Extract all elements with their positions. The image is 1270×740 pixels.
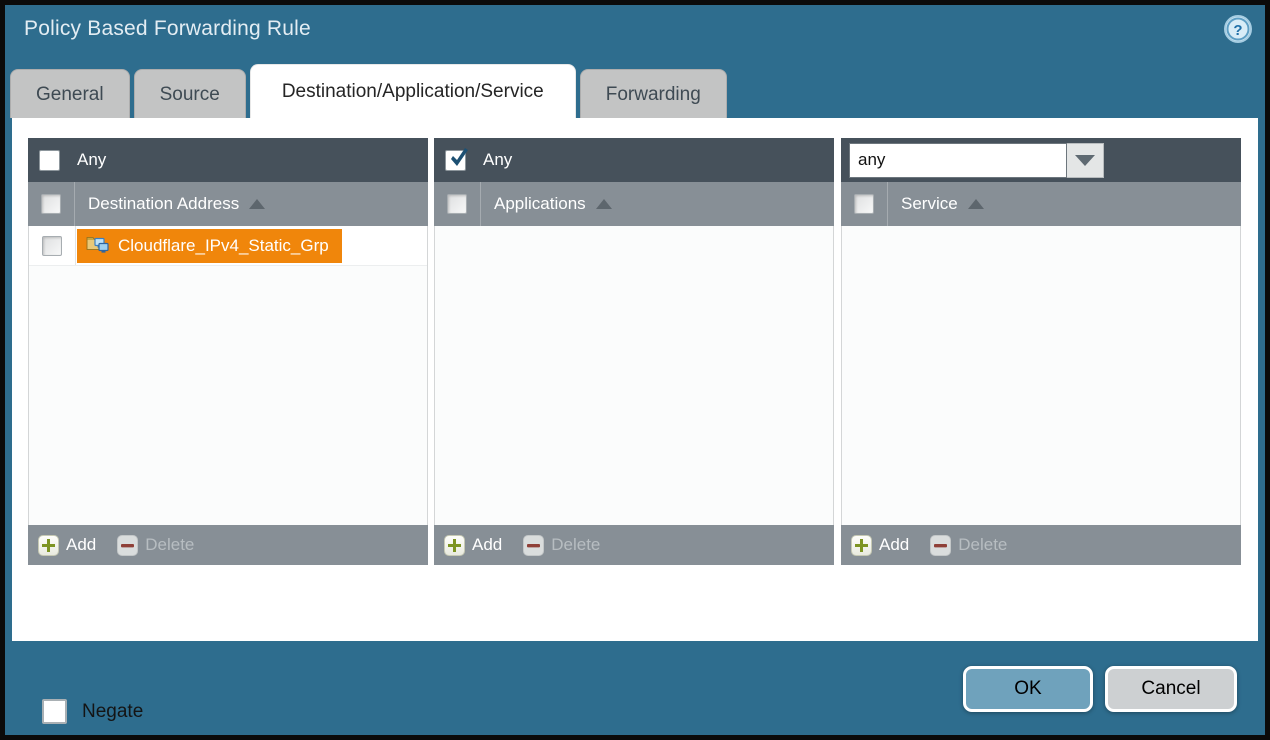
applications-column-header[interactable]: Applications — [434, 182, 834, 226]
delete-icon[interactable] — [523, 535, 544, 556]
applications-footer: Add Delete — [434, 525, 834, 565]
service-mode-bar: any — [841, 138, 1241, 182]
tab-general[interactable]: General — [10, 69, 130, 118]
tab-destination-application-service[interactable]: Destination/Application/Service — [250, 64, 576, 118]
applications-panel: Any Applications Add Delete — [434, 138, 834, 565]
dropdown-button[interactable] — [1067, 143, 1104, 178]
destination-column-header[interactable]: Destination Address — [28, 182, 428, 226]
negate-checkbox[interactable] — [42, 699, 67, 724]
tab-content: Any Destination Address — [12, 118, 1258, 641]
tab-bar: General Source Destination/Application/S… — [10, 64, 727, 118]
service-select-all-checkbox[interactable] — [854, 194, 874, 214]
add-button[interactable]: Add — [472, 535, 502, 555]
svg-text:?: ? — [1233, 22, 1242, 39]
sort-asc-icon — [968, 199, 984, 209]
sort-asc-icon — [596, 199, 612, 209]
add-button[interactable]: Add — [879, 535, 909, 555]
service-panel: any Service Add — [841, 138, 1241, 565]
applications-select-all-checkbox[interactable] — [447, 194, 467, 214]
policy-based-forwarding-dialog: Policy Based Forwarding Rule ? General S… — [0, 0, 1270, 740]
applications-any-label: Any — [483, 150, 512, 170]
service-mode-dropdown[interactable]: any — [849, 143, 1104, 178]
applications-column-label: Applications — [494, 194, 586, 214]
service-column-label: Service — [901, 194, 958, 214]
cancel-button[interactable]: Cancel — [1105, 666, 1237, 712]
destination-any-checkbox[interactable] — [39, 150, 60, 171]
delete-icon[interactable] — [930, 535, 951, 556]
destination-address-entry[interactable]: Cloudflare_IPv4_Static_Grp — [77, 229, 342, 263]
destination-footer: Add Delete — [28, 525, 428, 565]
delete-icon[interactable] — [117, 535, 138, 556]
destination-any-bar: Any — [28, 138, 428, 182]
sort-asc-icon — [249, 199, 265, 209]
add-icon[interactable] — [38, 535, 59, 556]
add-icon[interactable] — [444, 535, 465, 556]
destination-address-panel: Any Destination Address — [28, 138, 428, 565]
chevron-down-icon — [1075, 155, 1095, 166]
row-checkbox[interactable] — [42, 236, 62, 256]
service-mode-value[interactable]: any — [849, 143, 1067, 178]
delete-button[interactable]: Delete — [551, 535, 600, 555]
dialog-title: Policy Based Forwarding Rule — [24, 17, 311, 41]
destination-column-label: Destination Address — [88, 194, 239, 214]
delete-button[interactable]: Delete — [958, 535, 1007, 555]
destination-select-all-checkbox[interactable] — [41, 194, 61, 214]
tab-source[interactable]: Source — [134, 69, 246, 118]
applications-list — [434, 226, 834, 525]
tab-forwarding[interactable]: Forwarding — [580, 69, 727, 118]
destination-any-label: Any — [77, 150, 106, 170]
applications-any-bar: Any — [434, 138, 834, 182]
add-button[interactable]: Add — [66, 535, 96, 555]
help-icon[interactable]: ? — [1223, 14, 1253, 44]
service-column-header[interactable]: Service — [841, 182, 1241, 226]
service-list — [841, 226, 1241, 525]
table-row: Cloudflare_IPv4_Static_Grp — [29, 226, 427, 266]
add-icon[interactable] — [851, 535, 872, 556]
destination-address-name: Cloudflare_IPv4_Static_Grp — [118, 236, 329, 256]
negate-label: Negate — [82, 701, 143, 723]
delete-button[interactable]: Delete — [145, 535, 194, 555]
ok-button[interactable]: OK — [963, 666, 1093, 712]
destination-list: Cloudflare_IPv4_Static_Grp — [28, 226, 428, 525]
negate-row: Negate — [42, 699, 143, 724]
service-footer: Add Delete — [841, 525, 1241, 565]
applications-any-checkbox[interactable] — [445, 150, 466, 171]
address-group-icon — [86, 234, 109, 258]
